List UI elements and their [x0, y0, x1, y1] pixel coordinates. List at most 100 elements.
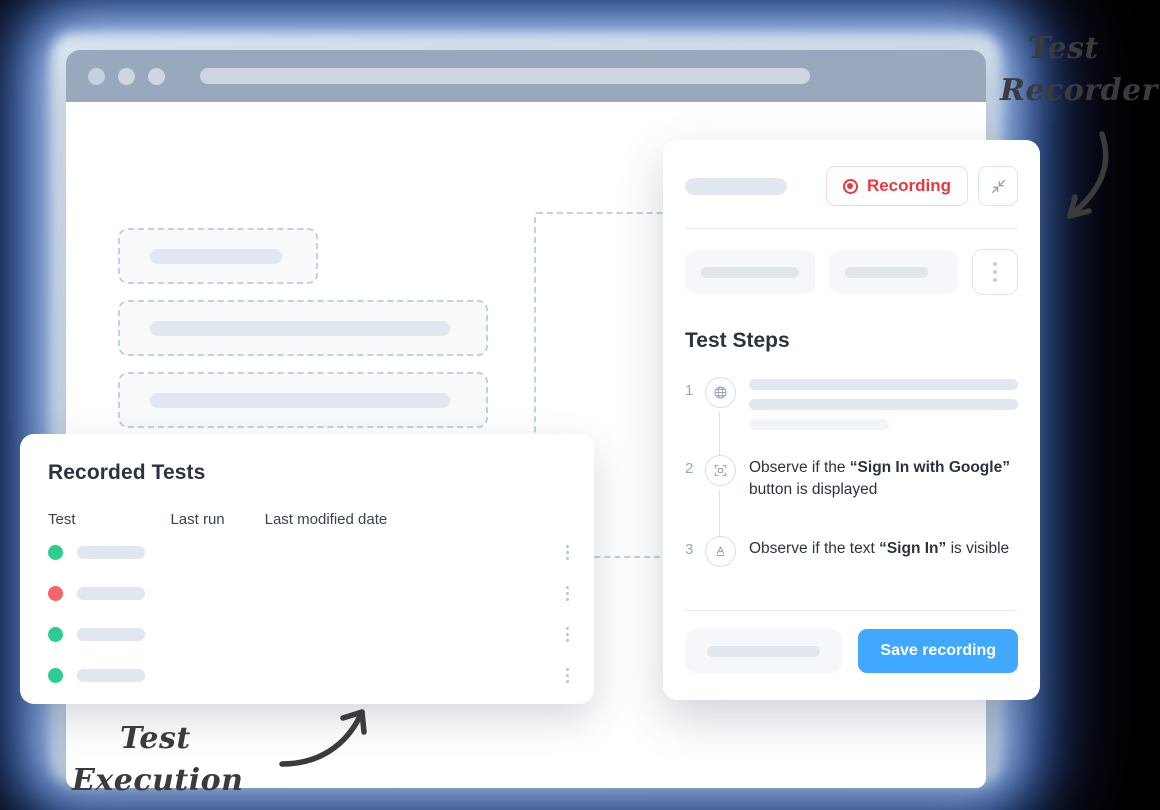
recorder-header: Recording — [685, 140, 1018, 206]
step-icon-container — [705, 455, 736, 486]
cell-test — [48, 586, 170, 601]
kebab-menu-icon — [566, 586, 570, 601]
status-badge — [48, 545, 63, 560]
toolbar-field-2[interactable] — [828, 250, 958, 294]
skeleton-bar — [707, 645, 821, 657]
secondary-action-placeholder[interactable] — [685, 629, 843, 673]
step-text-prefix: Observe if the — [749, 459, 850, 476]
skeleton-bar — [150, 392, 450, 408]
recorder-title-placeholder — [685, 177, 787, 195]
url-input[interactable] — [200, 68, 810, 84]
kebab-dot — [993, 270, 997, 274]
status-badge — [48, 586, 63, 601]
skeleton-bar — [749, 419, 889, 430]
step-number: 1 — [685, 382, 694, 399]
globe-icon — [714, 386, 727, 399]
test-step-2[interactable]: 2 Observe if the “Sign In with Google” b… — [685, 453, 1018, 540]
cell-test — [48, 627, 170, 642]
step-number: 3 — [685, 541, 694, 558]
recording-label: Recording — [866, 176, 951, 195]
skeleton-bar — [77, 669, 145, 682]
annotation-test-recorder: Test Recorder — [1000, 28, 1160, 112]
kebab-dot — [993, 278, 997, 282]
kebab-menu-icon — [993, 262, 997, 266]
recorder-footer: Save recording — [685, 629, 1018, 673]
collapse-arrows-icon — [991, 179, 1005, 193]
cell-test — [48, 545, 170, 560]
skeleton-bar — [844, 266, 929, 278]
skeleton-bar — [77, 546, 145, 559]
test-steps-heading: Test Steps — [685, 329, 790, 352]
skeleton-bar — [77, 587, 145, 600]
annotation-line-1: Test — [1028, 31, 1099, 66]
kebab-menu-icon — [566, 668, 570, 683]
table-row[interactable] — [48, 659, 569, 692]
save-recording-button[interactable]: Save recording — [858, 629, 1018, 673]
step-text-target: “Sign In with Google” — [849, 459, 1010, 476]
status-badge — [48, 627, 63, 642]
step-icon-wrap — [705, 453, 749, 540]
column-header-extra — [444, 511, 538, 528]
table-row[interactable] — [48, 577, 569, 610]
test-step-3[interactable]: 3 Observe if the text “Sign In” is visib… — [685, 534, 1018, 590]
recorder-toolbar — [685, 249, 1018, 295]
row-menu-button[interactable] — [536, 627, 569, 642]
status-badge — [48, 668, 63, 683]
placeholder-block-2 — [118, 300, 488, 356]
step-icon-wrap — [705, 375, 749, 459]
step-content — [749, 375, 1018, 453]
table-row[interactable] — [48, 618, 569, 651]
divider — [685, 228, 1018, 229]
table-body — [48, 536, 569, 692]
skeleton-bar — [701, 266, 799, 278]
skeleton-bar — [150, 248, 282, 264]
page-title: Recorded Tests — [48, 461, 206, 484]
recorded-tests-table: Test Last run Last modified date — [48, 511, 569, 692]
column-header-last-modified: Last modified date — [264, 511, 388, 528]
cell-test — [48, 668, 170, 683]
toolbar-field-1[interactable] — [685, 250, 815, 294]
test-step-1[interactable]: 1 — [685, 375, 1018, 459]
window-dot-maximize-icon[interactable] — [148, 67, 165, 85]
step-text-prefix: Observe if the text — [749, 540, 880, 557]
step-content: Observe if the “Sign In with Google” but… — [749, 453, 1018, 534]
row-menu-button[interactable] — [536, 545, 569, 560]
step-text-suffix: button is displayed — [749, 481, 878, 498]
window-dot-minimize-icon[interactable] — [118, 67, 135, 85]
step-text-suffix: is visible — [946, 540, 1010, 557]
test-steps-list: 1 2 Observe if the “Sign In with Google”… — [685, 375, 1018, 590]
annotation-arrow-up-right-icon — [279, 709, 367, 767]
step-connector — [719, 490, 720, 540]
placeholder-block-3 — [118, 372, 488, 428]
annotation-line-2: Recorder — [1000, 73, 1158, 108]
element-target-icon — [714, 465, 727, 476]
kebab-menu-icon — [566, 545, 570, 560]
step-text-target: “Sign In” — [879, 540, 947, 557]
test-recorder-panel: Recording Test Steps 1 2 Observe if the … — [663, 140, 1040, 700]
step-connector — [719, 412, 720, 459]
placeholder-block-1 — [118, 228, 318, 284]
record-circle-icon — [842, 178, 858, 194]
step-icon-container — [705, 536, 736, 567]
skeleton-bar — [77, 628, 145, 641]
skeleton-bar — [749, 379, 1018, 390]
skeleton-bar — [150, 320, 450, 336]
skeleton-bar — [749, 399, 1018, 410]
row-menu-button[interactable] — [536, 668, 569, 683]
recording-status-badge[interactable]: Recording — [825, 166, 968, 206]
recorded-tests-panel: Recorded Tests Test Last run Last modifi… — [20, 434, 594, 704]
step-icon-container — [705, 377, 736, 408]
row-menu-button[interactable] — [536, 586, 569, 601]
table-row[interactable] — [48, 536, 569, 569]
collapse-button[interactable] — [978, 166, 1018, 206]
browser-titlebar — [66, 50, 986, 102]
column-header-test: Test — [48, 511, 76, 528]
text-underline-icon — [716, 546, 725, 557]
recorder-more-button[interactable] — [972, 249, 1018, 295]
composition-stage: Recorded Tests Test Last run Last modifi… — [0, 0, 1160, 810]
column-header-actions — [538, 511, 566, 528]
step-content: Observe if the text “Sign In” is visible — [749, 534, 1018, 590]
annotation-arrow-down-left-icon — [1067, 131, 1109, 219]
window-dot-close-icon[interactable] — [88, 67, 105, 85]
kebab-menu-icon — [566, 627, 570, 642]
